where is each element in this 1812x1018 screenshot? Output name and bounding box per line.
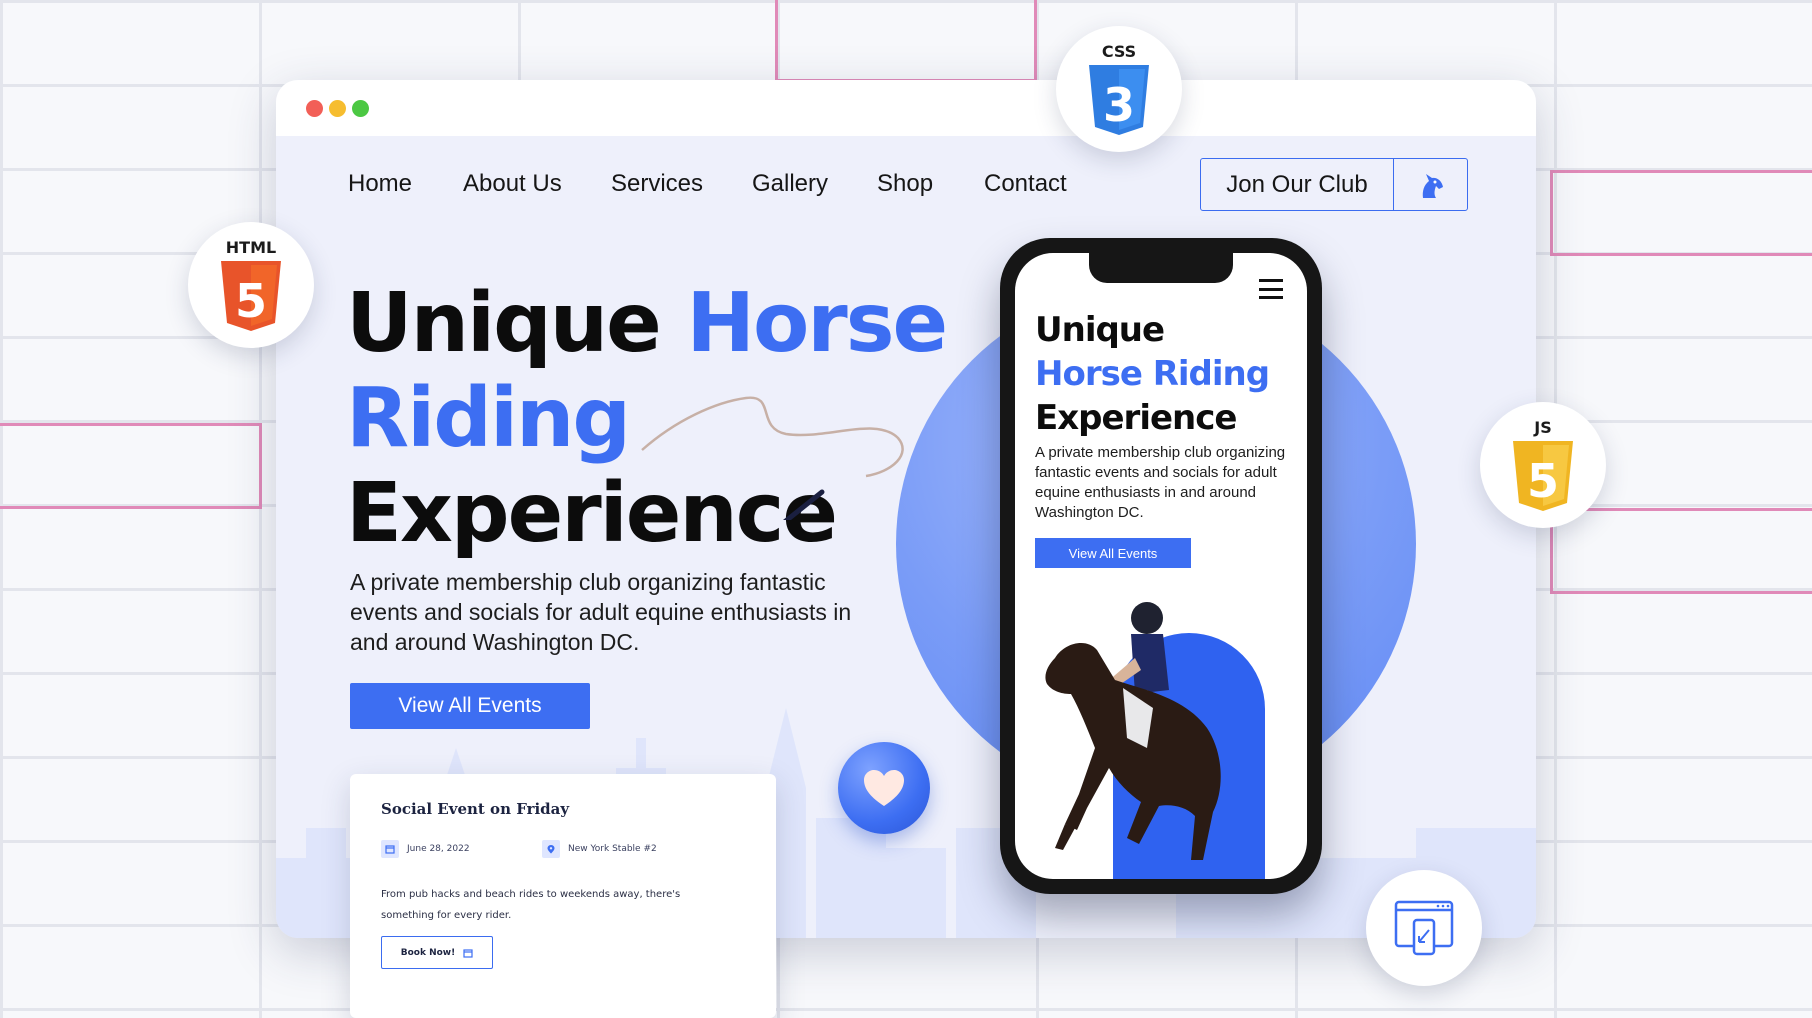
- horse-rider-image: [1045, 602, 1221, 860]
- phone-description: A private membership club organizing fan…: [1035, 444, 1286, 521]
- js-badge-label: JS: [1533, 418, 1551, 437]
- calendar-icon: [381, 840, 399, 858]
- join-club-label: Jon Our Club: [1226, 170, 1368, 198]
- phone-notch: [1089, 253, 1233, 283]
- calendar-icon: [463, 948, 473, 958]
- horse-head-icon: [1393, 159, 1467, 210]
- nav-item-about-us[interactable]: About Us: [463, 170, 562, 198]
- event-card: Social Event on Friday June 28, 2022 New…: [350, 774, 776, 1018]
- heart-ball: [838, 742, 930, 834]
- phone-mockup: Unique Horse Riding Experience A private…: [1000, 238, 1322, 894]
- nav-item-home[interactable]: Home: [348, 170, 412, 198]
- event-card-title: Social Event on Friday: [381, 800, 570, 818]
- phone-hero-title: Unique Horse Riding Experience: [1035, 308, 1270, 440]
- css3-badge: CSS 3: [1056, 26, 1182, 152]
- view-all-events-button[interactable]: View All Events: [350, 683, 590, 729]
- js-badge-number: 5: [1527, 454, 1559, 508]
- html5-badge: HTML 5: [188, 222, 314, 348]
- location-pin-icon: [542, 840, 560, 858]
- phone-title-experience: Experience: [1035, 398, 1237, 438]
- join-club-button[interactable]: Jon Our Club: [1200, 158, 1468, 211]
- phone-title-horse-riding: Horse Riding: [1035, 354, 1270, 394]
- nav-item-gallery[interactable]: Gallery: [752, 170, 828, 198]
- hamburger-menu-icon[interactable]: [1259, 279, 1283, 299]
- window-minimize-dot[interactable]: [329, 100, 346, 117]
- book-now-label: Book Now!: [400, 947, 456, 958]
- hero-title-unique: Unique: [346, 276, 662, 371]
- css-badge-label: CSS: [1102, 42, 1136, 61]
- book-now-button[interactable]: Book Now!: [381, 936, 493, 969]
- hero-title-horse: Horse: [686, 276, 948, 371]
- event-date-text: June 28, 2022: [407, 844, 470, 854]
- event-card-description: From pub hacks and beach rides to weeken…: [381, 889, 681, 921]
- html-badge-number: 5: [235, 274, 267, 328]
- responsive-badge: [1366, 870, 1482, 986]
- browser-titlebar: [276, 80, 1536, 136]
- pink-grid-box-left: [0, 423, 262, 509]
- phone-screen: Unique Horse Riding Experience A private…: [1015, 253, 1307, 879]
- phone-view-all-events-button[interactable]: View All Events: [1035, 538, 1191, 568]
- window-close-dot[interactable]: [306, 100, 323, 117]
- nav-item-services[interactable]: Services: [611, 170, 703, 198]
- phone-title-unique: Unique: [1035, 310, 1165, 350]
- nav-item-contact[interactable]: Contact: [984, 170, 1067, 198]
- hero-description: A private membership club organizing fan…: [350, 569, 852, 655]
- event-location: New York Stable #2: [542, 840, 657, 858]
- pink-grid-box-top: [775, 0, 1037, 82]
- window-maximize-dot[interactable]: [352, 100, 369, 117]
- pink-grid-box-right-top: [1550, 170, 1812, 256]
- event-date: June 28, 2022: [381, 840, 470, 858]
- css-badge-number: 3: [1103, 78, 1135, 132]
- event-location-text: New York Stable #2: [568, 844, 657, 854]
- js-badge: JS 5: [1480, 402, 1606, 528]
- html-badge-label: HTML: [226, 238, 276, 257]
- nav-item-shop[interactable]: Shop: [877, 170, 933, 198]
- pink-grid-box-right-bottom: [1550, 508, 1812, 594]
- responsive-devices-icon: [1394, 900, 1454, 956]
- riding-whip-illustration: [641, 396, 904, 520]
- heart-icon: [864, 770, 904, 806]
